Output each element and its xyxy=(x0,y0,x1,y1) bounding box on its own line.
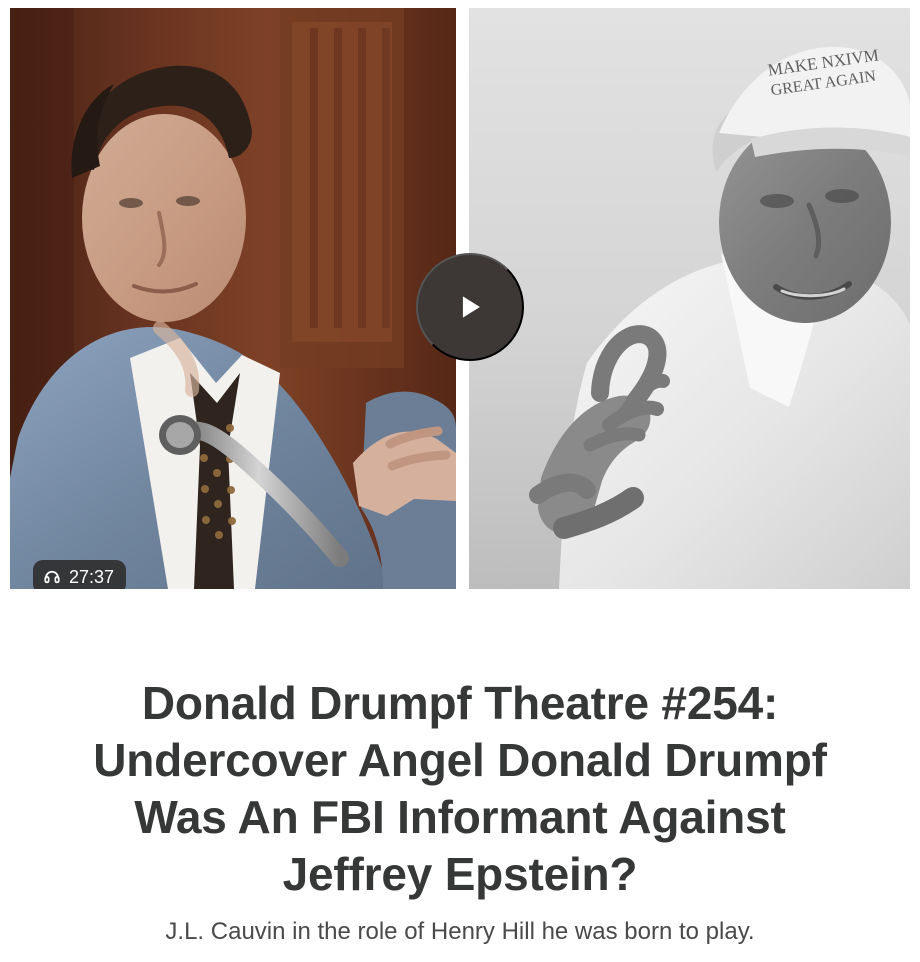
duration-badge: 27:37 xyxy=(33,560,127,589)
article-title: Donald Drumpf Theatre #254: Undercover A… xyxy=(93,677,827,900)
courtroom-portrait-art xyxy=(10,8,456,589)
headphones-icon xyxy=(44,570,60,584)
left-photo xyxy=(10,8,456,589)
play-icon xyxy=(462,296,480,318)
right-photo: MAKE NXIVM GREAT AGAIN xyxy=(469,8,910,589)
article-subtitle: J.L. Cauvin in the role of Henry Hill he… xyxy=(165,918,755,945)
cap-portrait-art: MAKE NXIVM GREAT AGAIN xyxy=(469,8,910,589)
duration-text: 27:37 xyxy=(69,567,115,587)
play-button[interactable] xyxy=(416,253,524,361)
hero-media[interactable]: MAKE NXIVM GREAT AGAIN 27:37 xyxy=(10,8,910,589)
